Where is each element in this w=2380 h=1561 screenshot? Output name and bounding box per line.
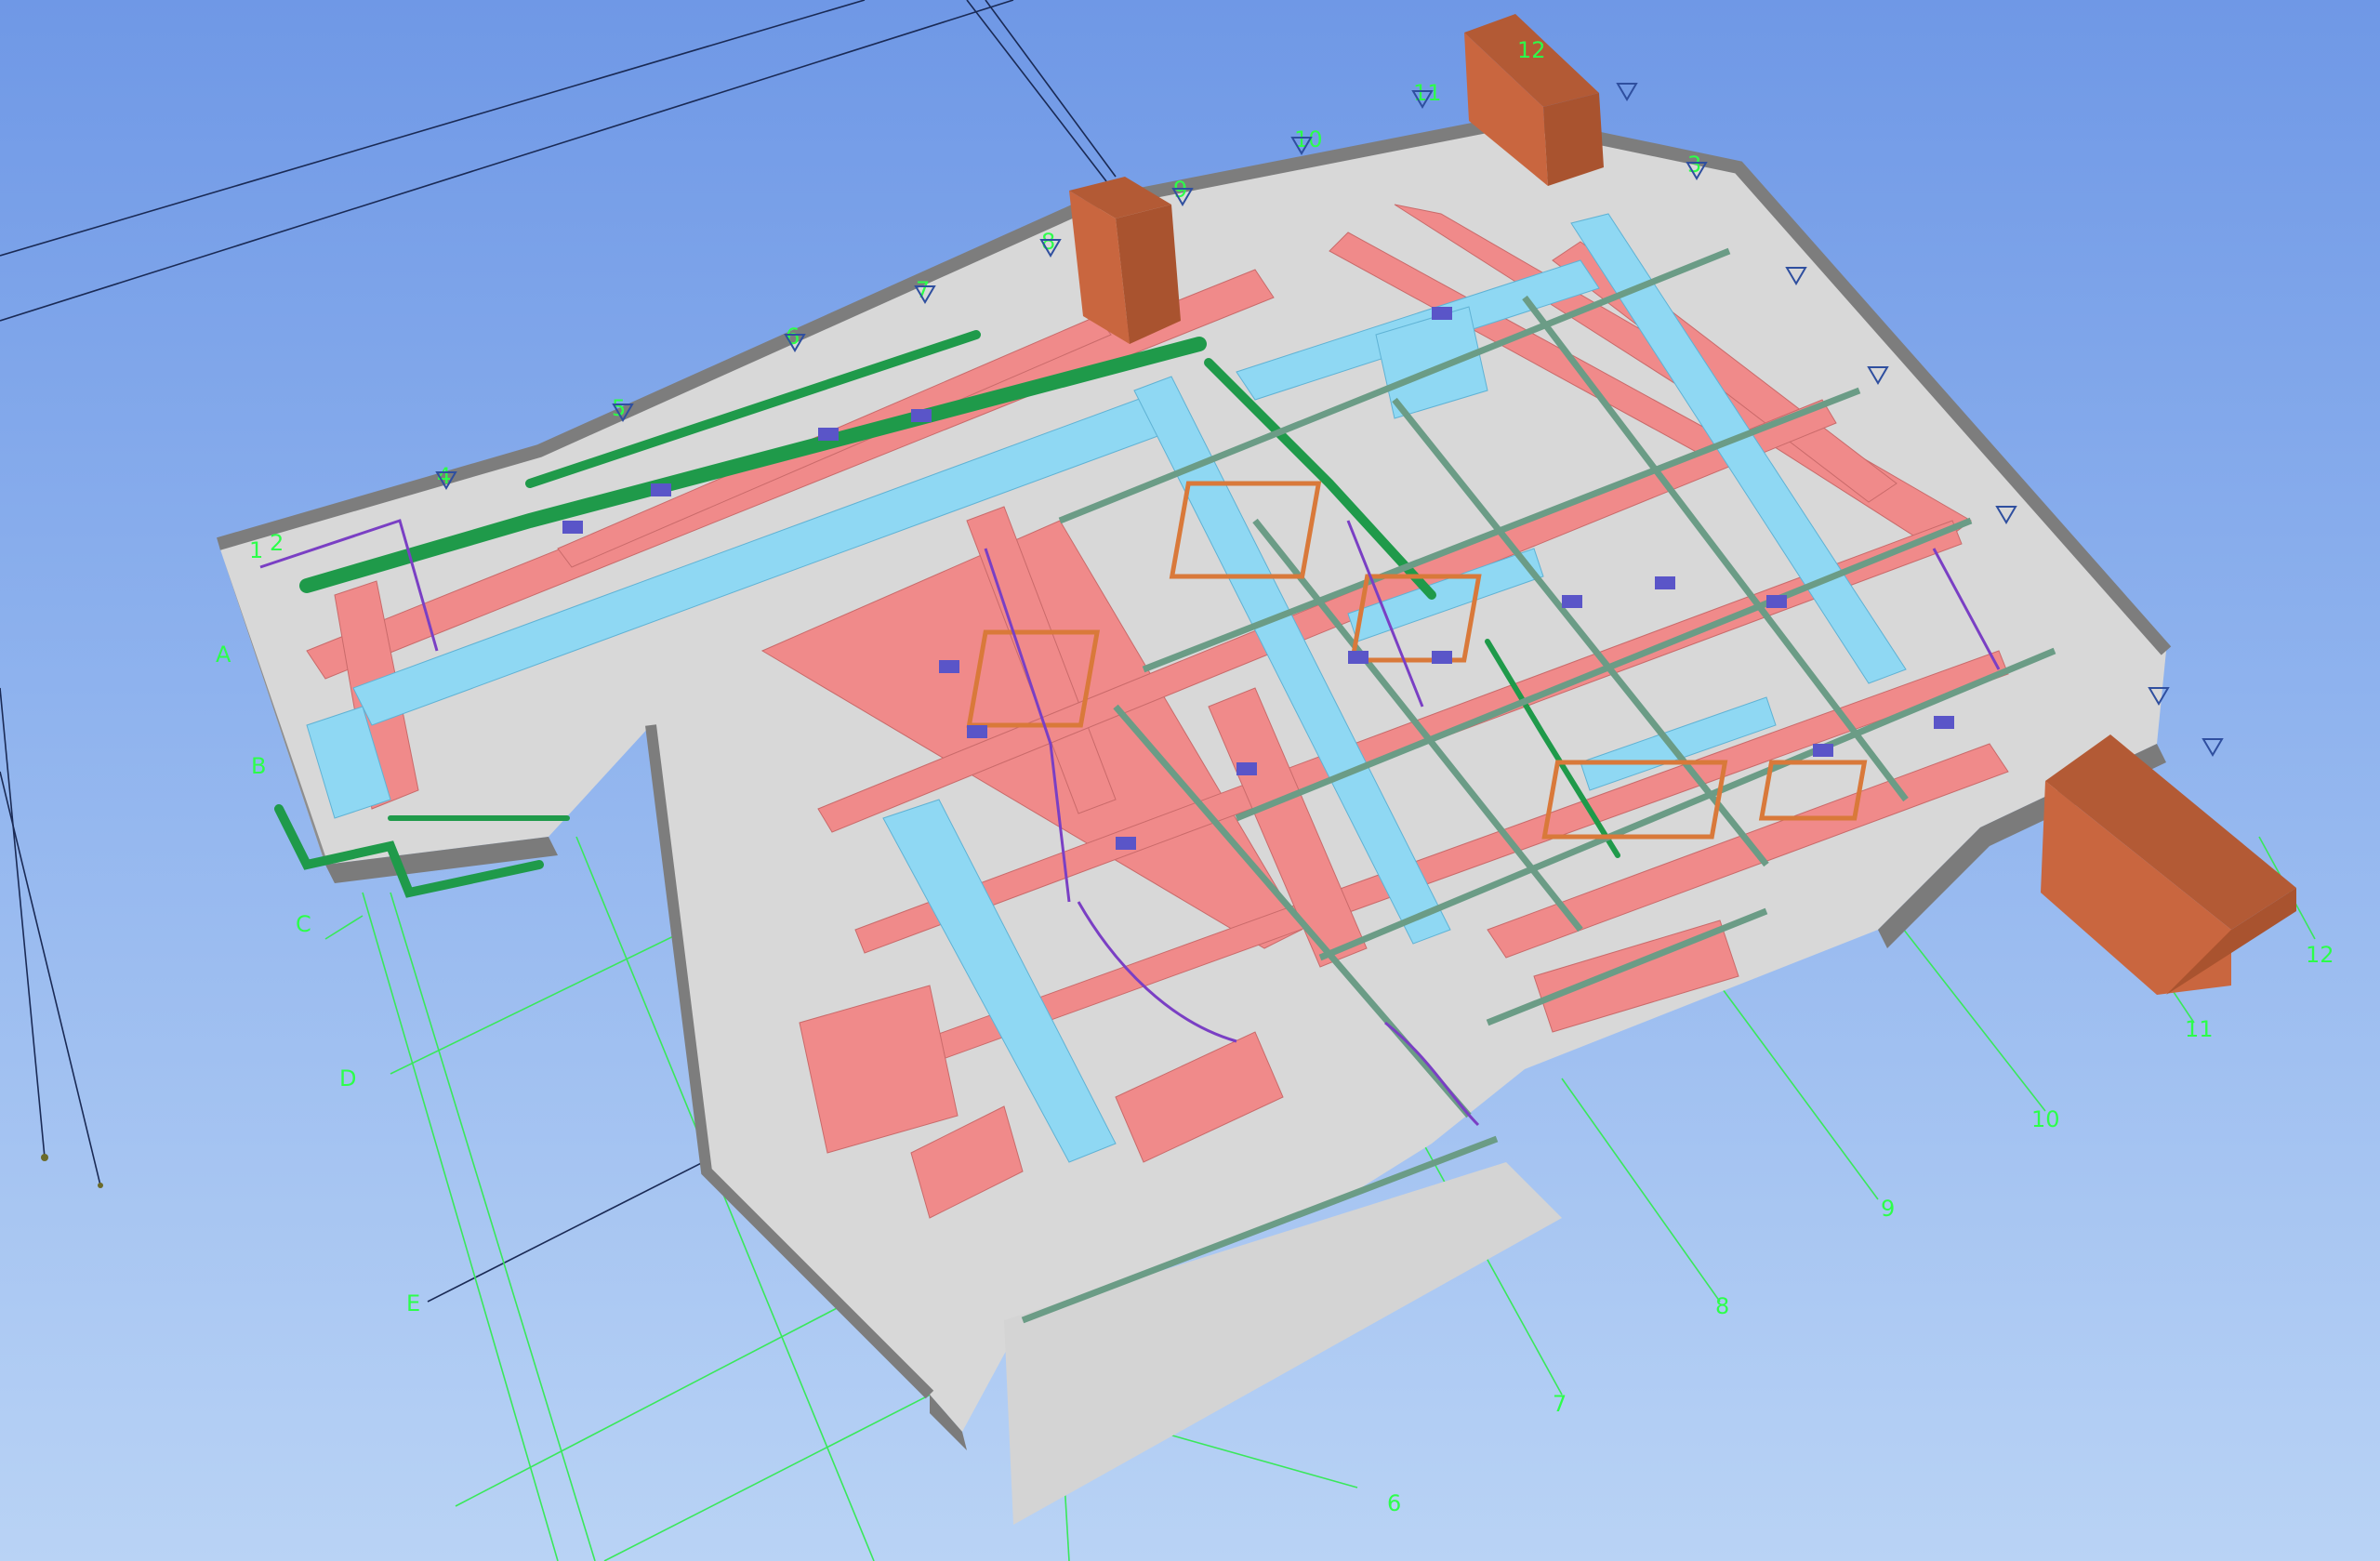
grid-label-b: B [251,753,266,779]
grid-label-top-11: 11 [1413,80,1442,106]
grid-label-a: A [216,642,231,668]
grid-label-6: 6 [1387,1490,1401,1516]
grid-label-9: 9 [1881,1196,1895,1222]
grid-label-12: 12 [2306,942,2334,968]
grid-label-d: D [339,1065,356,1091]
grid-label-e: E [406,1290,420,1316]
chimney-right [2041,734,2296,995]
grid-label-c: C [296,911,311,937]
grid-label-10: 10 [2031,1106,2060,1132]
grid-label-top-2: 2 [270,530,284,556]
grid-label-top-1: 1 [249,537,263,563]
model-scene: A B C D E 6 7 8 9 10 11 12 1 2 12 11 10 … [0,0,2334,1561]
grid-label-top-12: 12 [1517,37,1546,63]
grid-label-8: 8 [1715,1293,1729,1319]
grid-label-7: 7 [1553,1391,1567,1417]
model-viewport[interactable]: A B C D E 6 7 8 9 10 11 12 1 2 12 11 10 … [0,0,2380,1561]
grid-label-11: 11 [2185,1016,2214,1042]
